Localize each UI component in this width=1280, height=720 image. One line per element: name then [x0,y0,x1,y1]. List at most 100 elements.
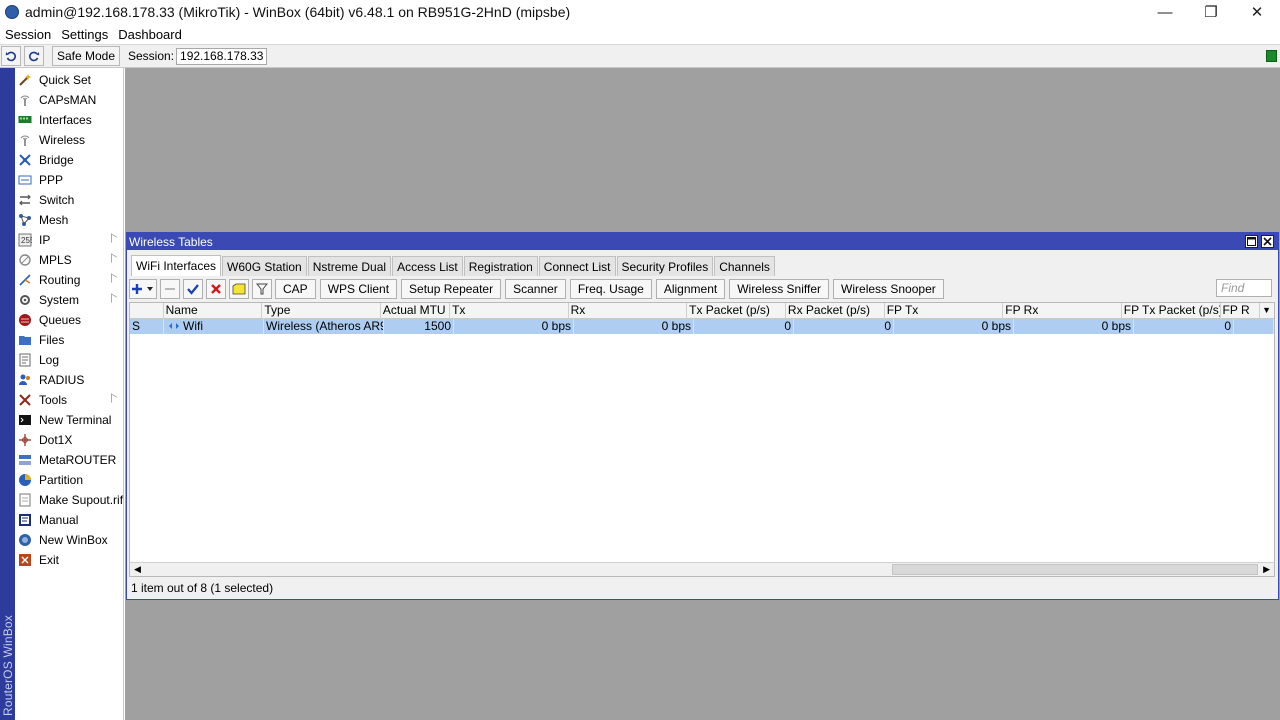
enable-button[interactable] [183,279,203,299]
sidebar-item-tools[interactable]: Tools [15,390,123,410]
sidebar-item-system[interactable]: System [15,290,123,310]
sidebar-item-bridge[interactable]: Bridge [15,150,123,170]
sidebar-item-ip[interactable]: 255 IP [15,230,123,250]
disable-button[interactable] [206,279,226,299]
sidebar-item-queues[interactable]: Queues [15,310,123,330]
connection-status-indicator [1266,50,1277,62]
sidebar-item-dot1x[interactable]: Dot1X [15,430,123,450]
alignment-button[interactable]: Alignment [655,279,726,299]
wireless-sniffer-button[interactable]: Wireless Sniffer [729,279,830,299]
column-header[interactable]: Rx [569,303,688,319]
sidebar-item-label: Interfaces [39,113,92,127]
scroll-left-icon[interactable]: ◀ [134,564,141,575]
remove-button[interactable] [160,279,180,299]
sidebar-item-new-winbox[interactable]: New WinBox [15,530,123,550]
sidebar-item-label: Mesh [39,213,69,227]
note-icon [232,283,246,295]
undo-button[interactable] [1,46,21,66]
find-input[interactable]: Find [1216,279,1272,297]
tab-wifi-interfaces[interactable]: WiFi Interfaces [131,255,222,276]
menu-session[interactable]: Session [0,27,56,42]
sidebar-item-make-supout-rif[interactable]: Make Supout.rif [15,490,123,510]
sidebar-item-label: Partition [39,473,84,487]
menu-dashboard[interactable]: Dashboard [113,27,187,42]
close-button[interactable]: ✕ [1234,0,1280,24]
menu-settings[interactable]: Settings [56,27,113,42]
tab-connect-list[interactable]: Connect List [538,256,616,276]
column-header[interactable]: FP Tx Packet (p/s) [1122,303,1221,319]
freq-usage-button[interactable]: Freq. Usage [569,279,652,299]
column-header[interactable]: Tx Packet (p/s) [687,303,786,319]
scroll-right-icon[interactable]: ▶ [1263,564,1270,575]
wireless-window-titlebar[interactable]: Wireless Tables [127,233,1278,250]
tools-icon [18,393,32,407]
check-icon [187,284,199,295]
submenu-arrow-icon [111,253,117,266]
comment-button[interactable] [229,279,249,299]
sidebar-item-label: PPP [39,173,64,187]
column-header[interactable] [130,303,164,319]
tab-access-list[interactable]: Access List [392,256,463,276]
sidebar-item-mesh[interactable]: Mesh [15,210,123,230]
wifi-interface-icon [166,319,183,333]
main-toolbar: Safe Mode Session: 192.168.178.33 [0,44,1280,68]
wps-client-button[interactable]: WPS Client [319,279,398,299]
minimize-button[interactable]: — [1142,0,1188,24]
session-field[interactable]: 192.168.178.33 [176,47,268,65]
sidebar-item-wireless[interactable]: Wireless [15,130,123,150]
sidebar-item-mpls[interactable]: MPLS [15,250,123,270]
cap-button[interactable]: CAP [275,279,316,299]
column-header[interactable]: FP Rx [1003,303,1122,319]
column-header[interactable]: Tx [450,303,569,319]
sidebar-item-metarouter[interactable]: MetaROUTER [15,450,123,470]
horizontal-scrollbar[interactable]: ◀ ▶ [130,562,1274,576]
sidebar-item-partition[interactable]: Partition [15,470,123,490]
winbox-app-icon [5,5,19,19]
column-chooser-icon[interactable]: ▼ [1260,303,1274,319]
column-header[interactable]: Name [164,303,263,319]
column-header[interactable]: FP Tx [885,303,1004,319]
column-header[interactable]: Rx Packet (p/s) [786,303,885,319]
wireless-tables-window: Wireless Tables WiFi Interfaces W60G Stat… [126,232,1279,600]
sidebar-item-routing[interactable]: Routing [15,270,123,290]
sidebar-item-log[interactable]: Log [15,350,123,370]
redo-button[interactable] [24,46,44,66]
column-header[interactable]: Actual MTU [381,303,451,319]
title-bar: admin@192.168.178.33 (MikroTik) - WinBox… [0,0,1280,24]
sidebar-item-switch[interactable]: Switch [15,190,123,210]
table-header: Name Type Actual MTU Tx Rx Tx Packet (p/s) Rx … [130,303,1274,319]
filter-button[interactable] [252,279,272,299]
sidebar-item-capsman[interactable]: CAPsMAN [15,90,123,110]
tab-registration[interactable]: Registration [463,256,538,276]
tab-channels[interactable]: Channels [714,256,775,276]
maximize-window-button[interactable] [1245,235,1258,248]
scrollbar-thumb[interactable] [892,564,1258,575]
column-header[interactable]: Type [262,303,381,319]
safe-mode-button[interactable]: Safe Mode [52,46,120,66]
wireless-snooper-button[interactable]: Wireless Snooper [833,279,944,299]
scanner-button[interactable]: Scanner [505,279,566,299]
sidebar-item-label: System [39,293,80,307]
column-header[interactable]: FP R [1221,303,1261,319]
tab-nstreme-dual[interactable]: Nstreme Dual [307,256,392,276]
sidebar-item-interfaces[interactable]: Interfaces [15,110,123,130]
close-window-button[interactable] [1261,235,1274,248]
sidebar-item-new-terminal[interactable]: New Terminal [15,410,123,430]
setup-repeater-button[interactable]: Setup Repeater [401,279,502,299]
table-row[interactable]: S Wifi Wireless (Atheros AR9... 1500 0 bps 0 … [130,319,1274,334]
sidebar-item-label: Tools [39,393,68,407]
routing-icon [18,273,32,287]
restore-button[interactable]: ❐ [1188,0,1234,24]
dot1x-icon [18,433,32,447]
sidebar-item-manual[interactable]: Manual [15,510,123,530]
tab-security-profiles[interactable]: Security Profiles [616,256,714,276]
interfaces-icon [18,113,32,127]
sidebar-item-exit[interactable]: Exit [15,550,123,570]
sidebar-item-radius[interactable]: RADIUS [15,370,123,390]
sidebar-item-ppp[interactable]: PPP [15,170,123,190]
tab-w60g-station[interactable]: W60G Station [222,256,307,276]
sidebar-item-files[interactable]: Files [15,330,123,350]
sidebar-item-quick-set[interactable]: Quick Set [15,70,123,90]
add-button[interactable] [129,279,157,299]
ip-icon: 255 [18,233,32,247]
